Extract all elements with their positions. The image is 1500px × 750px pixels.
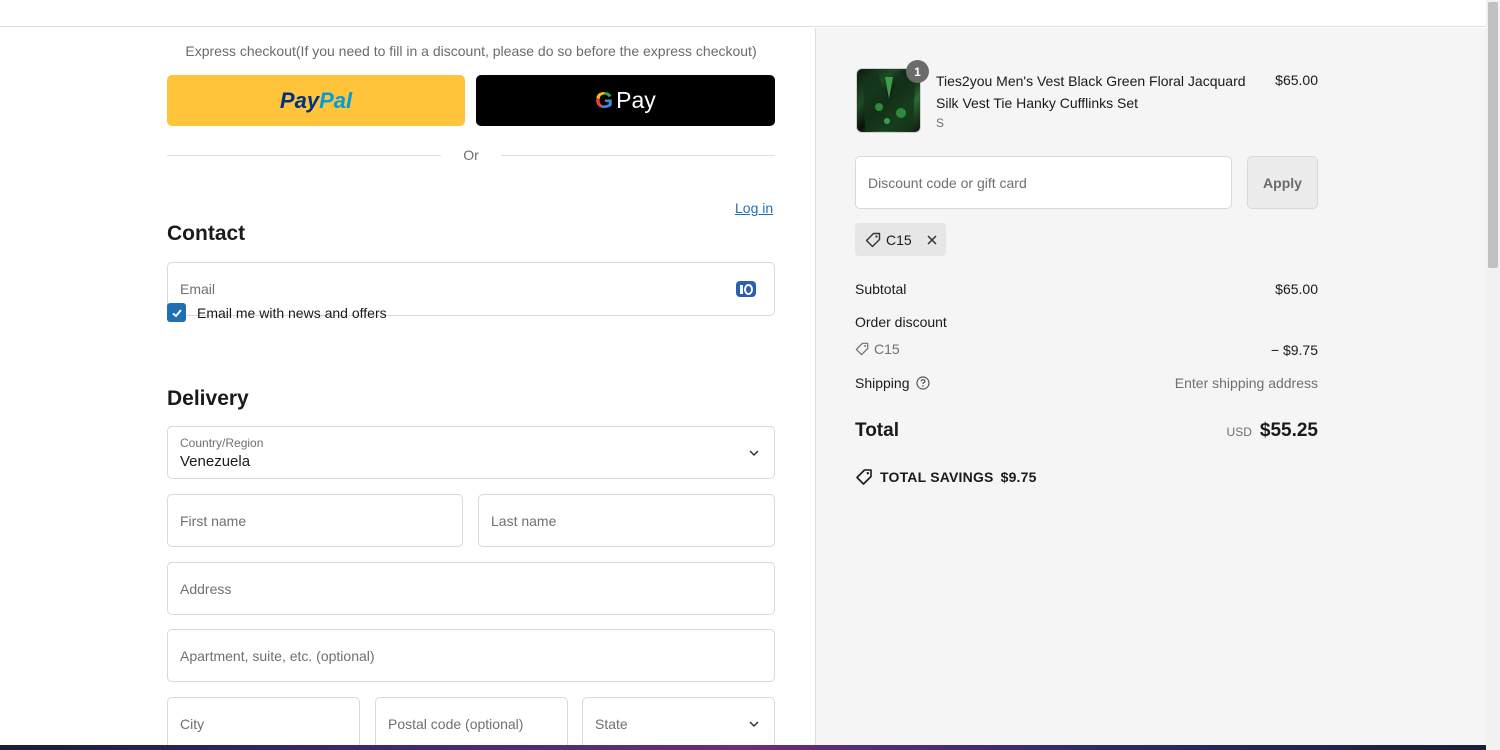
tag-icon <box>855 342 869 356</box>
postal-code-placeholder: Postal code (optional) <box>388 715 524 732</box>
last-name-placeholder: Last name <box>491 512 557 529</box>
chevron-down-icon <box>749 449 759 456</box>
google-g-icon: G <box>595 87 614 113</box>
tag-icon <box>865 232 881 247</box>
page-scrollbar[interactable] <box>1486 0 1500 750</box>
country-select[interactable]: Country/Region Venezuela <box>167 426 775 479</box>
or-divider: Or <box>167 145 775 165</box>
total-savings-label: TOTAL SAVINGS <box>880 469 994 485</box>
savings-tag-icon <box>856 469 872 485</box>
remove-discount-icon[interactable] <box>925 233 939 247</box>
order-discount-code-row: C15 <box>855 341 900 357</box>
shipping-label: Shipping <box>855 375 910 391</box>
order-discount-code: C15 <box>874 341 900 357</box>
total-savings-value: $9.75 <box>1000 469 1037 485</box>
newsletter-checkbox-row[interactable]: Email me with news and offers <box>167 303 387 322</box>
total-savings: TOTAL SAVINGS $9.75 <box>855 468 1037 486</box>
apartment-field[interactable]: Apartment, suite, etc. (optional) <box>167 629 775 682</box>
or-text: Or <box>463 147 479 163</box>
divider-line <box>500 154 775 156</box>
country-value: Venezuela <box>180 453 251 470</box>
address-placeholder: Address <box>180 580 232 597</box>
top-bar <box>0 0 1486 27</box>
subtotal-label: Subtotal <box>855 281 907 297</box>
paypal-button[interactable]: Pay Pal <box>167 75 465 126</box>
discount-code-field[interactable]: Discount code or gift card <box>855 156 1232 209</box>
city-field[interactable]: City <box>167 697 360 750</box>
state-select[interactable]: State <box>582 697 775 750</box>
newsletter-label: Email me with news and offers <box>197 304 387 321</box>
address-field[interactable]: Address <box>167 562 775 615</box>
chevron-down-icon <box>749 720 759 727</box>
shipping-row: Shipping <box>855 375 930 391</box>
order-discount-label: Order discount <box>855 314 947 330</box>
subtotal-value: $65.00 <box>1275 281 1318 297</box>
paypal-logo-pal: Pal <box>319 87 353 113</box>
divider-line <box>167 154 442 156</box>
country-label: Country/Region <box>180 436 264 450</box>
first-name-placeholder: First name <box>180 512 247 529</box>
apply-discount-button[interactable]: Apply <box>1247 156 1318 209</box>
help-circle-icon[interactable] <box>915 376 930 390</box>
autofill-badge-icon[interactable] <box>735 279 757 299</box>
express-checkout-label: Express checkout(If you need to fill in … <box>185 43 757 59</box>
total-amount: $55.25 <box>1259 420 1318 441</box>
email-placeholder: Email <box>180 281 216 297</box>
state-placeholder: State <box>595 715 628 732</box>
last-name-field[interactable]: Last name <box>478 494 775 547</box>
delivery-title: Delivery <box>167 387 249 410</box>
product-name: Ties2you Men's Vest Black Green Floral J… <box>936 73 1246 111</box>
taskbar-strip <box>0 745 1486 750</box>
google-pay-label: Pay <box>616 87 656 113</box>
checkmark-icon <box>171 308 182 317</box>
postal-code-field[interactable]: Postal code (optional) <box>375 697 568 750</box>
total-currency: USD <box>1226 425 1252 439</box>
apartment-placeholder: Apartment, suite, etc. (optional) <box>180 647 375 664</box>
scrollbar-thumb[interactable] <box>1488 2 1498 268</box>
quantity-badge: 1 <box>906 60 929 83</box>
contact-title: Contact <box>167 222 246 245</box>
order-discount-value: − $9.75 <box>1270 342 1318 358</box>
login-link[interactable]: Log in <box>735 200 773 216</box>
product-variant: S <box>936 116 945 130</box>
product-price: $65.00 <box>1275 72 1318 88</box>
paypal-logo-pay: Pay <box>279 87 320 113</box>
google-pay-button[interactable]: G Pay <box>476 75 775 126</box>
first-name-field[interactable]: First name <box>167 494 463 547</box>
total-value-group: USD $55.25 <box>1227 420 1318 442</box>
applied-discount-chip: C15 <box>855 223 946 256</box>
total-label: Total <box>855 420 899 441</box>
city-placeholder: City <box>180 715 205 732</box>
discount-placeholder: Discount code or gift card <box>868 174 1027 191</box>
shipping-value: Enter shipping address <box>1174 375 1318 391</box>
newsletter-checkbox[interactable] <box>167 303 186 322</box>
applied-discount-code: C15 <box>886 231 912 248</box>
